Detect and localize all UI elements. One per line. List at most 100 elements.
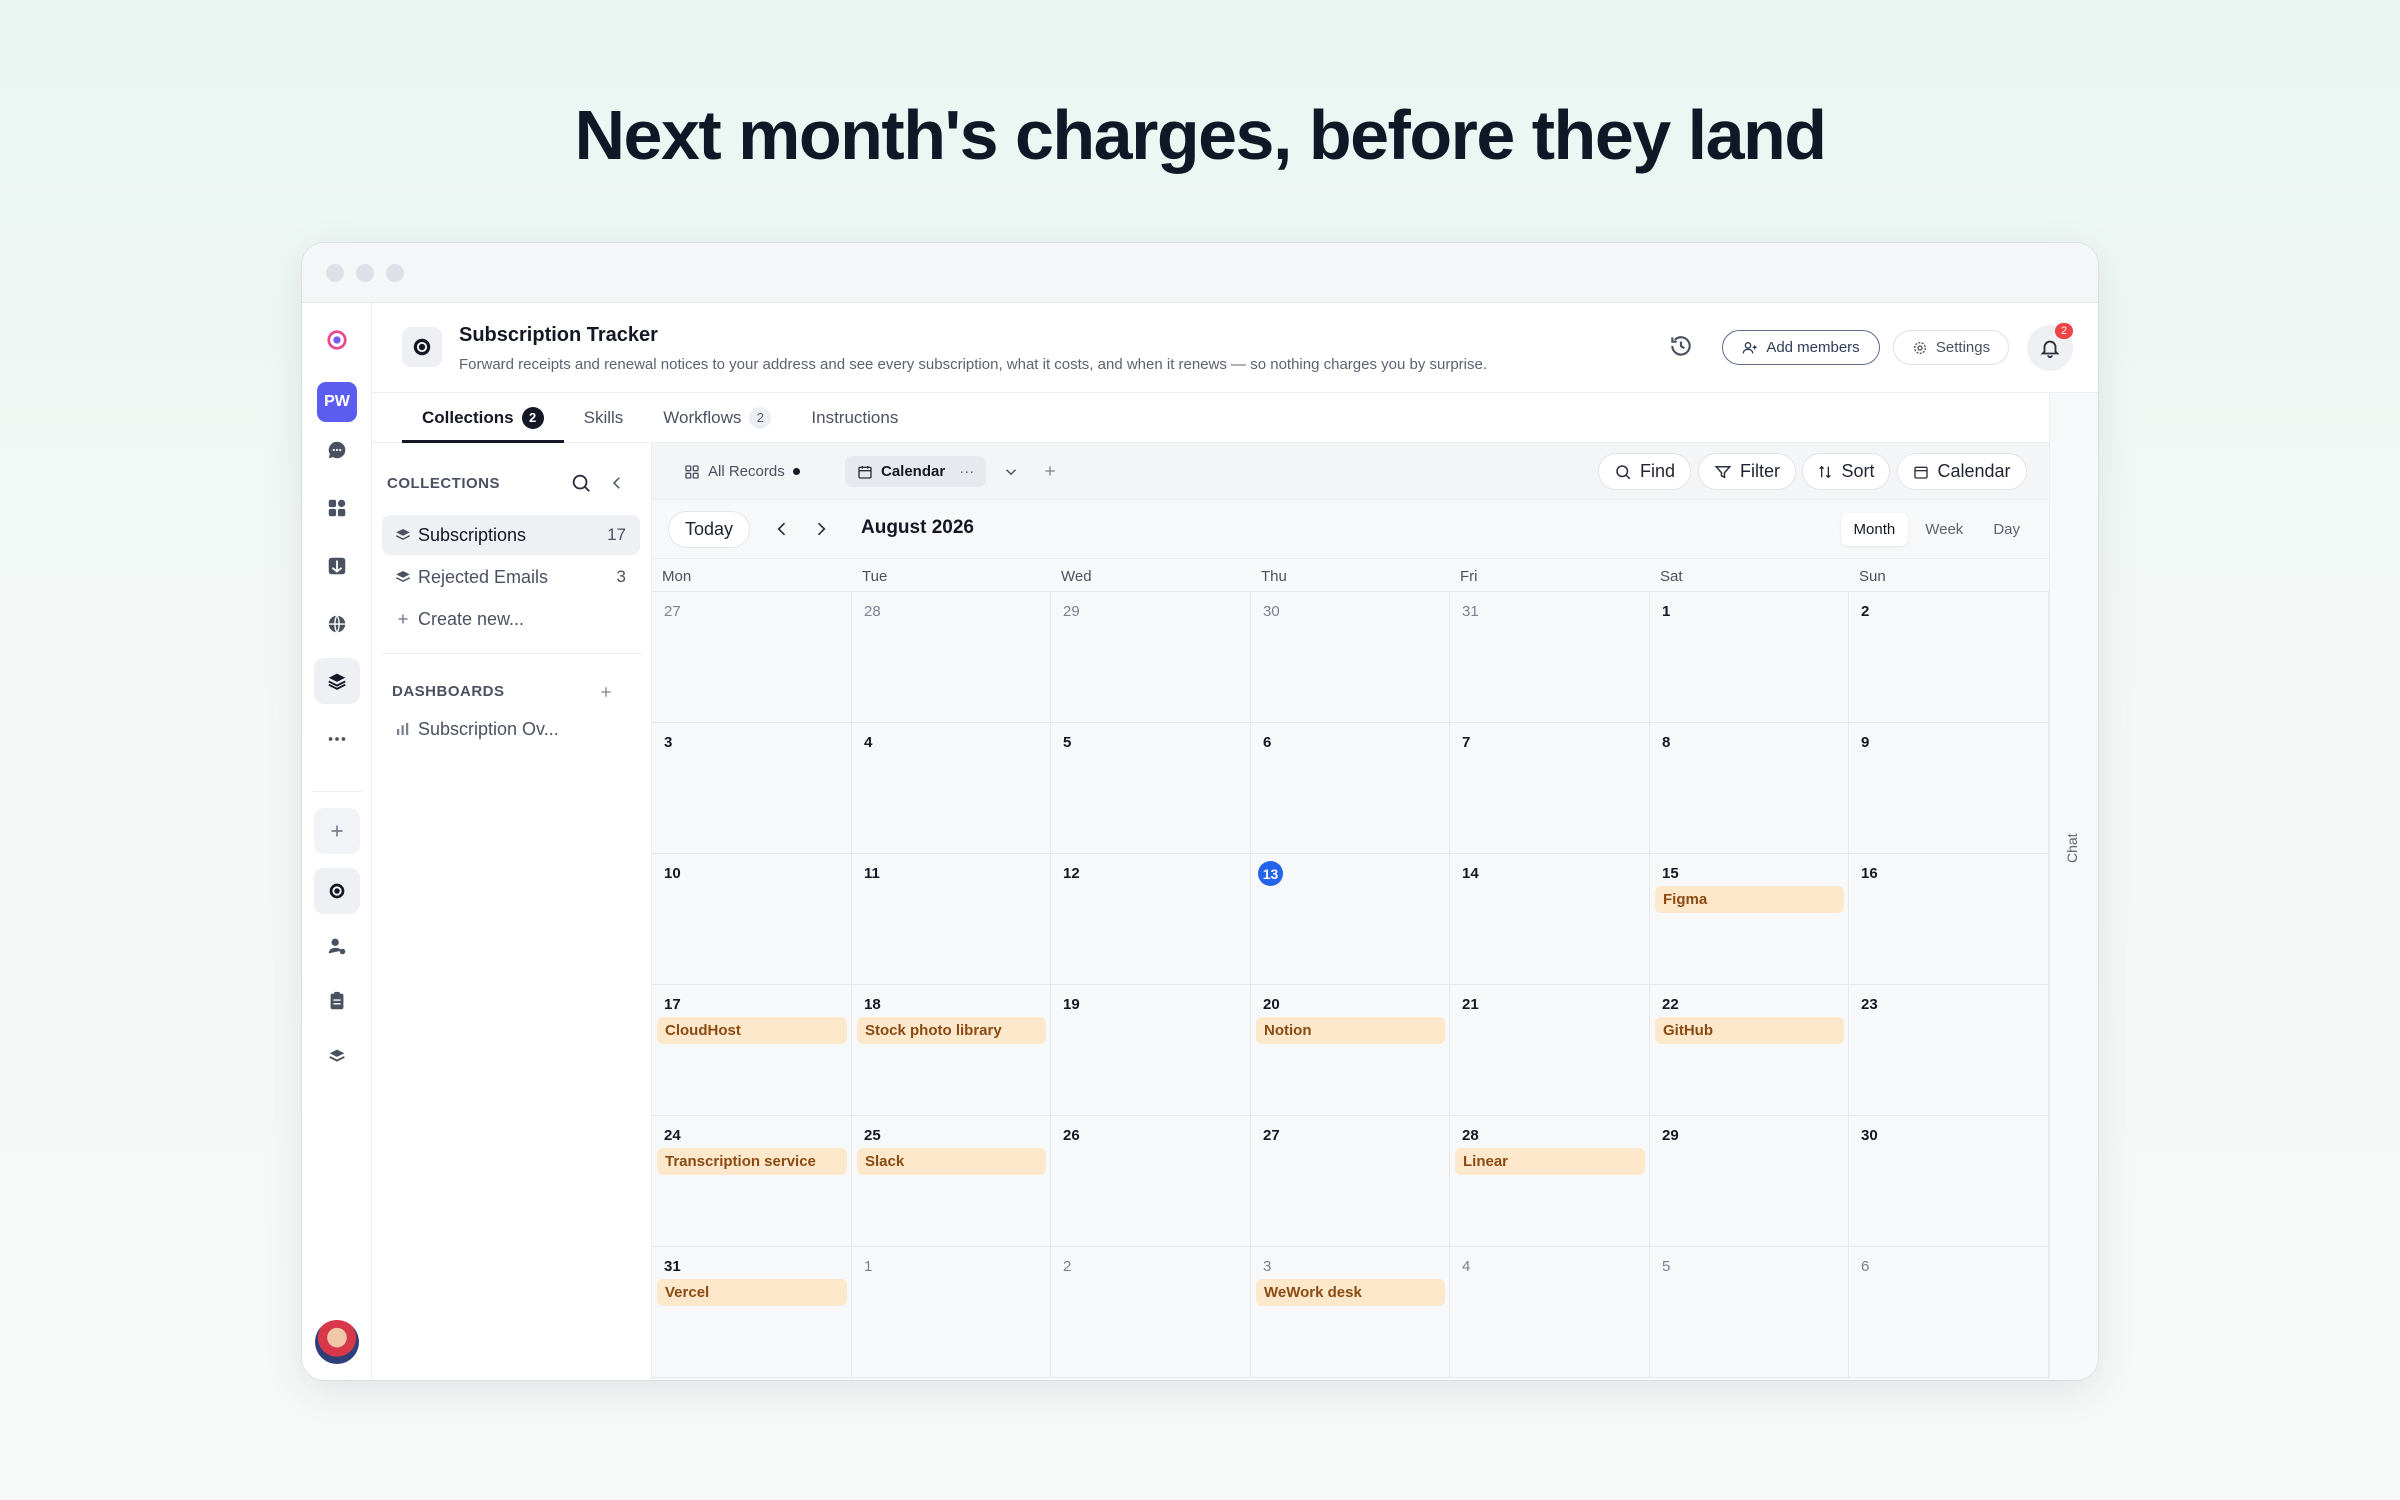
calendar-day-cell[interactable]: 5 (1650, 1247, 1849, 1378)
today-button[interactable]: Today (668, 511, 750, 548)
sort-button[interactable]: Sort (1802, 453, 1890, 490)
window-minimize-dot[interactable] (356, 263, 374, 282)
subscription-tracker-app-icon[interactable] (314, 868, 360, 914)
calendar-day-cell[interactable]: 16 (1849, 854, 2049, 985)
clipboard-icon[interactable] (314, 978, 360, 1024)
person-settings-icon[interactable] (314, 923, 360, 969)
calendar-day-cell[interactable]: 4 (1450, 1247, 1650, 1378)
view-mode-month[interactable]: Month (1840, 513, 1909, 546)
calendar-day-cell[interactable]: 12 (1051, 854, 1251, 985)
calendar-day-cell[interactable]: 31 (1450, 592, 1650, 723)
chevron-down-icon[interactable] (1002, 463, 1020, 481)
calendar-day-cell[interactable]: 14 (1450, 854, 1650, 985)
calendar-day-cell[interactable]: 29 (1650, 1116, 1849, 1247)
renewal-event[interactable]: GitHub (1655, 1017, 1844, 1044)
calendar-day-cell[interactable]: 13 (1251, 854, 1450, 985)
renewal-event[interactable]: Transcription service (657, 1148, 847, 1175)
tab-collections[interactable]: Collections 2 (402, 393, 564, 443)
calendar-day-cell[interactable]: 31 Vercel (652, 1247, 852, 1378)
calendar-day-cell[interactable]: 20 Notion (1251, 985, 1450, 1116)
view-tab-all-records[interactable]: All Records (672, 456, 812, 487)
calendar-day-cell[interactable]: 15 Figma (1650, 854, 1849, 985)
history-icon[interactable] (1668, 333, 1694, 359)
add-dashboard-icon[interactable] (598, 684, 614, 700)
globe-icon[interactable] (314, 601, 360, 647)
chat-bubble-icon[interactable] (314, 427, 360, 473)
calendar-day-cell[interactable]: 3 (652, 723, 852, 854)
calendar-day-cell[interactable]: 27 (652, 592, 852, 723)
calendar-day-cell[interactable]: 25 Slack (852, 1116, 1051, 1247)
renewal-event[interactable]: Linear (1455, 1148, 1645, 1175)
calendar-day-cell[interactable]: 24 Transcription service (652, 1116, 852, 1247)
renewal-event[interactable]: Notion (1256, 1017, 1445, 1044)
calendar-day-cell[interactable]: 29 (1051, 592, 1251, 723)
inbox-icon[interactable] (314, 543, 360, 589)
calendar-day-cell[interactable]: 28 Linear (1450, 1116, 1650, 1247)
tab-workflows[interactable]: Workflows 2 (643, 393, 791, 442)
calendar-day-cell[interactable]: 23 (1849, 985, 2049, 1116)
calendar-day-cell[interactable]: 8 (1650, 723, 1849, 854)
apps-grid-icon[interactable] (314, 485, 360, 531)
tab-skills[interactable]: Skills (564, 393, 644, 442)
window-close-dot[interactable] (326, 263, 344, 282)
calendar-day-cell[interactable]: 19 (1051, 985, 1251, 1116)
calendar-day-cell[interactable]: 17 CloudHost (652, 985, 852, 1116)
calendar-day-cell[interactable]: 3 WeWork desk (1251, 1247, 1450, 1378)
collapse-sidebar-icon[interactable] (608, 474, 626, 492)
settings-button[interactable]: Settings (1893, 330, 2009, 365)
calendar-day-cell[interactable]: 2 (1849, 592, 2049, 723)
calendar-settings-button[interactable]: Calendar (1897, 453, 2027, 490)
calendar-day-cell[interactable]: 30 (1251, 592, 1450, 723)
calendar-day-cell[interactable]: 21 (1450, 985, 1650, 1116)
find-button[interactable]: Find (1598, 453, 1691, 490)
calendar-day-cell[interactable]: 9 (1849, 723, 2049, 854)
more-horizontal-icon[interactable] (314, 716, 360, 762)
renewal-event[interactable]: Figma (1655, 886, 1844, 913)
view-tab-calendar[interactable]: Calendar ··· (845, 456, 987, 487)
calendar-day-cell[interactable]: 10 (652, 854, 852, 985)
renewal-event[interactable]: Vercel (657, 1279, 847, 1306)
calendar-day-cell[interactable]: 27 (1251, 1116, 1450, 1247)
window-zoom-dot[interactable] (386, 263, 404, 282)
calendar-day-cell[interactable]: 7 (1450, 723, 1650, 854)
workspace-avatar[interactable]: PW (317, 382, 357, 422)
calendar-day-cell[interactable]: 1 (852, 1247, 1051, 1378)
search-icon[interactable] (570, 472, 592, 494)
filter-button[interactable]: Filter (1698, 453, 1796, 490)
collection-item-rejected-emails[interactable]: Rejected Emails 3 (382, 557, 640, 597)
notifications-button[interactable]: 2 (2027, 323, 2073, 371)
renewal-event[interactable]: Slack (857, 1148, 1046, 1175)
calendar-day-cell[interactable]: 2 (1051, 1247, 1251, 1378)
view-mode-day[interactable]: Day (1980, 513, 2033, 546)
calendar-day-cell[interactable]: 26 (1051, 1116, 1251, 1247)
create-new-collection-button[interactable]: Create new... (382, 599, 640, 639)
calendar-day-cell[interactable]: 1 (1650, 592, 1849, 723)
calendar-day-cell[interactable]: 18 Stock photo library (852, 985, 1051, 1116)
calendar-day-cell[interactable]: 28 (852, 592, 1051, 723)
add-app-icon[interactable] (314, 808, 360, 854)
renewal-event[interactable]: Stock photo library (857, 1017, 1046, 1044)
user-avatar[interactable] (315, 1320, 359, 1364)
add-members-button[interactable]: Add members (1722, 330, 1880, 365)
calendar-day-cell[interactable]: 11 (852, 854, 1051, 985)
add-view-icon[interactable] (1042, 463, 1058, 479)
calendar-day-cell[interactable]: 5 (1051, 723, 1251, 854)
view-mode-week[interactable]: Week (1912, 513, 1976, 546)
renewal-event[interactable]: CloudHost (657, 1017, 847, 1044)
calendar-day-cell[interactable]: 6 (1849, 1247, 2049, 1378)
brand-logo-icon[interactable] (314, 317, 360, 363)
renewal-event[interactable]: WeWork desk (1256, 1279, 1445, 1306)
collection-item-subscriptions[interactable]: Subscriptions 17 (382, 515, 640, 555)
calendar-day-cell[interactable]: 22 GitHub (1650, 985, 1849, 1116)
layers-icon[interactable] (314, 1033, 360, 1079)
calendar-day-cell[interactable]: 4 (852, 723, 1051, 854)
chat-panel-toggle[interactable]: Chat (2049, 393, 2098, 1380)
view-options-icon[interactable]: ··· (959, 463, 974, 480)
previous-month-icon[interactable] (772, 519, 792, 539)
next-month-icon[interactable] (811, 519, 831, 539)
dashboard-item[interactable]: Subscription Ov... (382, 709, 640, 749)
calendar-day-cell[interactable]: 30 (1849, 1116, 2049, 1247)
collections-stack-icon[interactable] (314, 658, 360, 704)
tab-instructions[interactable]: Instructions (791, 393, 918, 442)
calendar-day-cell[interactable]: 6 (1251, 723, 1450, 854)
